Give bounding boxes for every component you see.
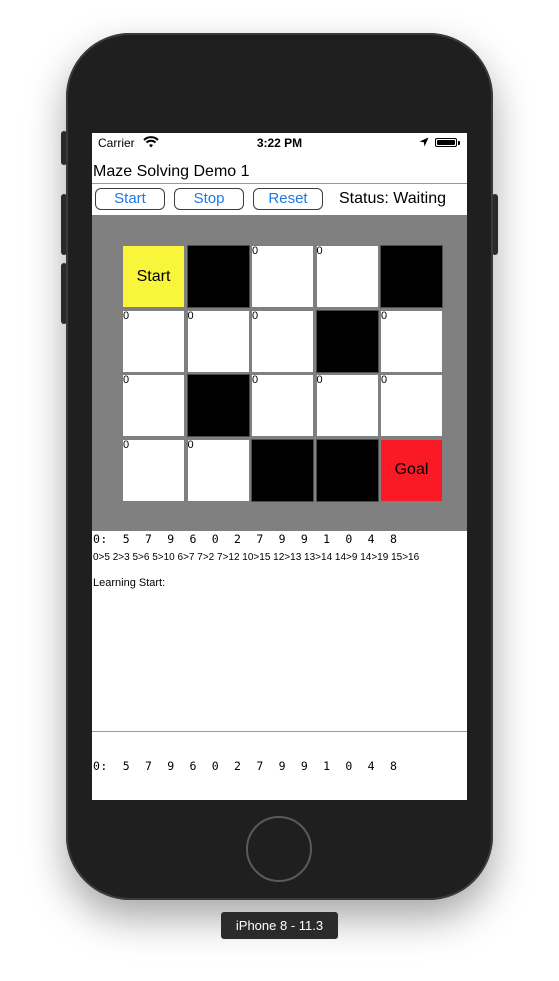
- battery-tip: [458, 141, 460, 145]
- bottom-path-output: 0: 5 7 9 6 0 2 7 9 9 1 0 4 8: [93, 759, 398, 773]
- cell-value: 0: [187, 309, 194, 322]
- clock: 3:22 PM: [256, 136, 303, 150]
- cell-value: 0: [252, 245, 259, 257]
- maze-board: Start 0 0 0 0 0 0 0 0 0 0 0 0 Goal: [92, 215, 467, 531]
- cell-value: 0: [381, 309, 388, 322]
- stop-button[interactable]: Stop: [174, 188, 244, 210]
- maze-cell-open: 0: [315, 245, 379, 308]
- device-label: iPhone 8 - 11.3: [221, 912, 338, 939]
- path-output: 0: 5 7 9 6 0 2 7 9 9 1 0 4 8: [93, 532, 398, 546]
- reset-button[interactable]: Reset: [253, 188, 323, 210]
- title-divider: [92, 183, 467, 184]
- maze-cell-open: 0: [315, 374, 379, 437]
- maze-cell-open: 0: [251, 245, 314, 308]
- page-title: Maze Solving Demo 1: [93, 163, 250, 180]
- maze-cell-open: 0: [380, 309, 443, 373]
- log-divider: [92, 731, 467, 732]
- maze-cell-wall: [251, 438, 314, 502]
- cell-value: 0: [123, 438, 130, 451]
- maze-cell-wall: [315, 438, 379, 502]
- cell-value: 0: [252, 374, 259, 386]
- moves-output: 0>5 2>3 5>6 5>10 6>7 7>2 7>12 10>15 12>1…: [93, 552, 420, 563]
- maze-cell-open: 0: [122, 309, 185, 373]
- volume-up-button: [61, 194, 67, 255]
- start-label: Start: [136, 267, 171, 285]
- home-button[interactable]: [246, 816, 312, 882]
- maze-cell-open: 0: [122, 438, 185, 502]
- cell-value: 0: [381, 374, 388, 386]
- status-label: Status: Waiting: [339, 190, 447, 207]
- maze-cell-wall: [315, 309, 379, 373]
- maze-cell-wall: [380, 245, 443, 308]
- log-label: Learning Start:: [93, 577, 166, 589]
- maze-cell-open: 0: [186, 309, 250, 373]
- volume-down-button: [61, 263, 67, 324]
- start-button[interactable]: Start: [95, 188, 165, 210]
- maze-cell-start: Start: [122, 245, 185, 308]
- maze-cell-wall: [186, 245, 250, 308]
- cell-value: 0: [316, 245, 323, 257]
- cell-value: 0: [123, 374, 130, 386]
- mute-switch: [61, 131, 67, 165]
- maze-cell-goal: Goal: [380, 438, 443, 502]
- location-arrow-icon: [419, 137, 429, 147]
- maze-cell-open: 0: [186, 438, 250, 502]
- cell-value: 0: [187, 438, 194, 451]
- status-bar: Carrier 3:22 PM: [92, 133, 467, 153]
- cell-value: 0: [252, 309, 259, 322]
- maze-cell-open: 0: [380, 374, 443, 437]
- screen: Carrier 3:22 PM Maze Solving Demo 1 Star…: [92, 133, 467, 800]
- battery-icon: [435, 138, 457, 147]
- maze-cell-open: 0: [122, 374, 185, 437]
- maze-cell-wall: [186, 374, 250, 437]
- cell-value: 0: [123, 309, 130, 322]
- power-button: [492, 194, 498, 255]
- maze-cell-open: 0: [251, 374, 314, 437]
- maze-cell-open: 0: [251, 309, 314, 373]
- goal-label: Goal: [394, 461, 429, 478]
- cell-value: 0: [316, 374, 323, 386]
